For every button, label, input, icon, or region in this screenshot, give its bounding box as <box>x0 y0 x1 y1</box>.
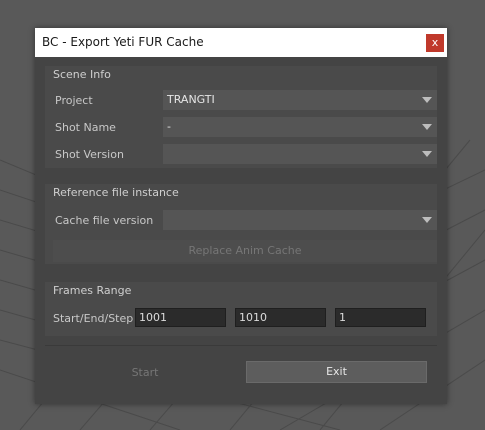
shot-version-label: Shot Version <box>55 148 124 161</box>
project-label: Project <box>55 94 93 107</box>
close-icon: x <box>431 36 439 49</box>
start-frame-input[interactable] <box>136 309 225 326</box>
project-value: TRANGTI <box>167 93 215 106</box>
close-button[interactable]: x <box>426 34 444 52</box>
exit-button[interactable]: Exit <box>246 361 427 383</box>
shot-version-dropdown[interactable] <box>163 144 437 164</box>
chevron-down-icon <box>417 117 437 137</box>
start-frame-field[interactable] <box>135 308 226 327</box>
end-frame-input[interactable] <box>236 309 325 326</box>
chevron-down-icon <box>417 210 437 230</box>
shot-name-dropdown[interactable]: - <box>163 117 437 137</box>
frames-label: Start/End/Step <box>53 312 134 325</box>
shot-name-label: Shot Name <box>55 121 116 134</box>
step-input[interactable] <box>336 309 425 326</box>
export-yeti-dialog: BC - Export Yeti FUR Cache x Scene Info … <box>35 28 447 404</box>
window-title: BC - Export Yeti FUR Cache <box>42 35 204 49</box>
chevron-down-icon <box>417 144 437 164</box>
shot-name-value: - <box>167 120 171 133</box>
cache-version-dropdown[interactable] <box>163 210 437 230</box>
scene-info-title: Scene Info <box>53 68 111 81</box>
project-dropdown[interactable]: TRANGTI <box>163 90 437 110</box>
section-divider <box>45 345 437 346</box>
title-bar[interactable]: BC - Export Yeti FUR Cache x <box>35 28 447 57</box>
step-field[interactable] <box>335 308 426 327</box>
replace-anim-cache-button[interactable]: Replace Anim Cache <box>53 240 437 262</box>
cache-version-label: Cache file version <box>55 214 154 227</box>
reference-title: Reference file instance <box>53 186 179 199</box>
frames-range-title: Frames Range <box>53 284 132 297</box>
start-button[interactable]: Start <box>55 362 235 384</box>
end-frame-field[interactable] <box>235 308 326 327</box>
chevron-down-icon <box>417 90 437 110</box>
scene-info-group: Scene Info Project TRANGTI Shot Name - S… <box>45 66 437 168</box>
reference-group: Reference file instance Cache file versi… <box>45 184 437 264</box>
